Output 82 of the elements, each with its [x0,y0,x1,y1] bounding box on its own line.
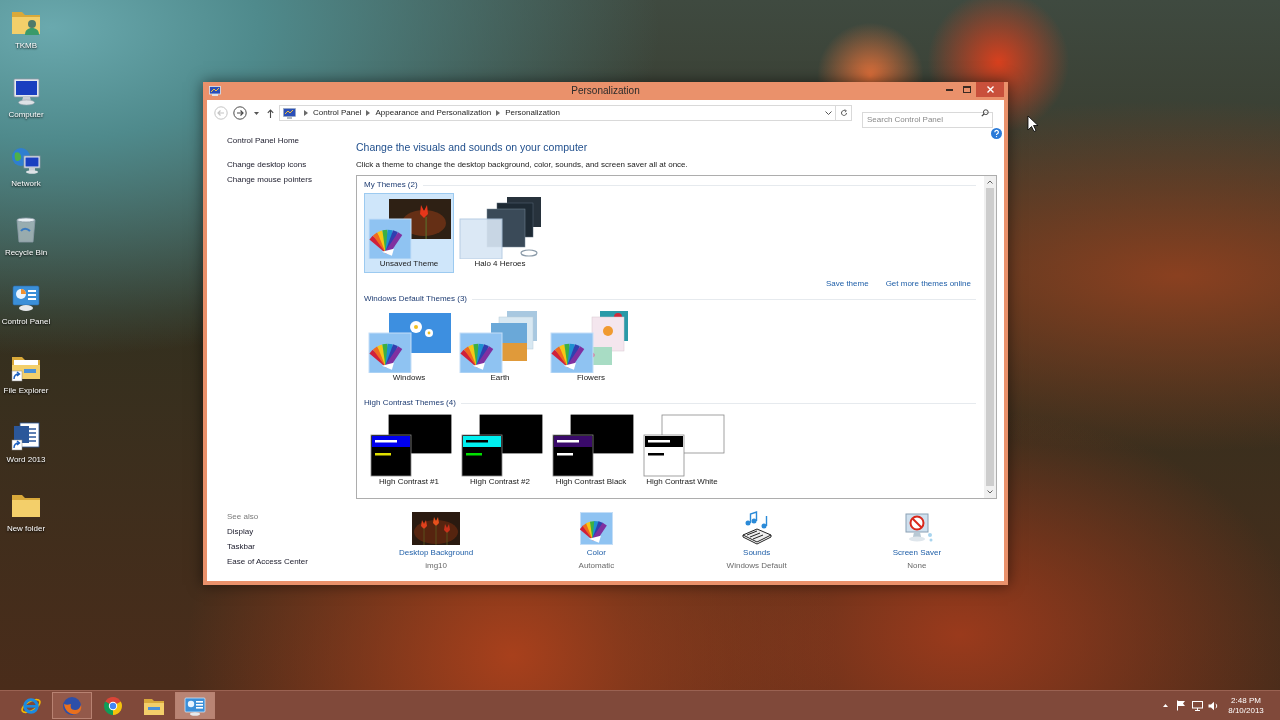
setting-link[interactable]: Screen Saver [892,511,942,558]
computer-monitor-icon [10,75,42,107]
theme-preview-icon [457,195,543,259]
close-icon [986,86,994,93]
setting-value: None [907,561,927,571]
desktop-shortcut[interactable]: File Explorer [0,351,52,396]
mouse-pointer-icon [1027,115,1038,132]
setting-value: Automatic [578,561,615,571]
sidebar-link[interactable]: Change mouse pointers [227,174,312,186]
group-heading: High Contrast Themes (4) [364,398,456,408]
desktop-shortcut[interactable]: New folder [0,489,52,534]
chevron-right-icon [304,110,308,116]
setting-value: img10 [425,561,447,571]
theme-tile[interactable]: High Contrast White [637,411,727,491]
theme-tile[interactable]: Halo 4 Heroes [455,193,545,273]
refresh-button[interactable] [836,105,852,121]
network-monitor-icon [1191,700,1203,711]
scrollbar-thumb[interactable] [986,188,994,486]
sidebar-link[interactable]: Control Panel Home [227,135,300,147]
see-also-link[interactable]: Display [227,526,254,538]
fox-globe-icon [61,694,83,717]
chevron-right-icon [496,110,501,116]
maximize-icon [963,86,971,93]
search-icon [981,109,989,117]
breadcrumb-link[interactable]: Appearance and Personalization [375,108,492,118]
forward-button[interactable] [232,105,247,121]
chevron-down-icon [824,111,832,115]
arrow-right-icon [232,106,247,120]
group-heading: My Themes (2) [364,180,418,190]
group-heading: Windows Default Themes (3) [364,294,467,304]
theme-tile[interactable]: Earth [455,307,545,387]
theme-tile[interactable]: High Contrast #2 [455,411,545,491]
see-also-heading: See also [227,511,259,523]
document-shortcut-icon [10,420,42,452]
color-palette-icon [579,511,613,545]
control-panel-icon [10,282,42,314]
theme-tile[interactable]: Flowers [546,307,636,387]
flag-icon [1176,700,1186,711]
tricolor-circle-icon [102,694,124,717]
breadcrumb-link[interactable]: Personalization [505,108,560,118]
window-title: Personalization [571,85,640,97]
help-button[interactable] [991,128,1002,139]
see-also-link[interactable]: Taskbar [227,541,255,553]
close-button[interactable] [976,82,1004,97]
desktop-shortcut[interactable]: Recycle Bin [0,213,52,258]
minimize-icon [945,88,953,91]
desktop-shortcut[interactable]: Network [0,144,52,189]
music-notes-icon [739,511,774,545]
control-panel-icon [283,107,296,119]
theme-tile[interactable]: High Contrast #1 [364,411,454,491]
sidebar-link[interactable]: Change desktop icons [227,159,307,171]
taskbar-app-button[interactable] [175,692,215,719]
clock-button[interactable]: 2:48 PM 8/10/2013 [1224,695,1268,716]
page-description: Click a theme to change the desktop background, color, sounds, and screen saver all at once. [356,160,688,170]
arrow-left-icon [213,106,228,120]
setting-link[interactable]: Color [579,511,613,558]
chevron-right-icon [366,110,371,116]
arrow-up-icon [266,108,274,118]
control-panel-icon [209,86,221,96]
refresh-icon [839,109,848,117]
setting-link[interactable]: Sounds [739,511,774,558]
theme-action-link[interactable]: Get more themes online [885,279,971,289]
control-panel-icon [184,694,206,717]
theme-tile[interactable]: Unsaved Theme [364,193,454,273]
speaker-icon [1207,700,1219,711]
theme-tile[interactable]: High Contrast Black [546,411,636,491]
desktop-shortcut[interactable]: Control Panel [0,282,52,327]
theme-action-link[interactable]: Save theme [825,279,869,289]
page-heading: Change the visuals and sounds on your computer [356,141,588,154]
theme-tile[interactable]: Windows [364,307,454,387]
caret-up-icon [1162,704,1168,707]
search-field[interactable]: Search Control Panel [862,111,993,128]
desktop-shortcut[interactable]: Word 2013 [0,420,52,465]
caret-up-icon [987,180,993,184]
see-also-link[interactable]: Ease of Access Center [227,556,308,568]
caret-down-icon [987,490,993,494]
setting-link[interactable]: Desktop Background [399,511,474,558]
caret-down-icon [253,111,259,115]
photo-thumbnail [412,511,461,545]
taskbar-app-button[interactable] [52,692,92,719]
breadcrumb-link[interactable]: Control Panel [313,108,362,118]
setting-value: Windows Default [726,561,787,571]
